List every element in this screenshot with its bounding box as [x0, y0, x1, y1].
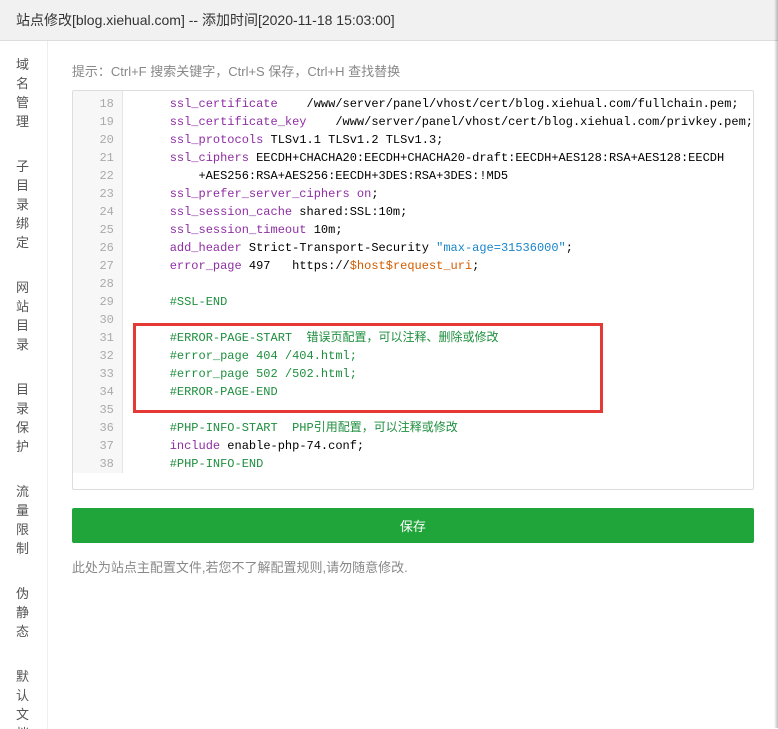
hint-text: 提示：Ctrl+F 搜索关键字，Ctrl+S 保存，Ctrl+H 查找替换: [72, 61, 754, 80]
sidebar-item-1[interactable]: 子目录绑定: [0, 143, 47, 264]
sidebar-item-0[interactable]: 域名管理: [0, 41, 47, 143]
line-gutter: 1819202122232425262728293031323334353637…: [73, 91, 123, 473]
modal-window: 站点修改[blog.xiehual.com] -- 添加时间[2020-11-1…: [0, 0, 778, 728]
body: 域名管理子目录绑定网站目录目录保护流量限制伪静态默认文档配置文件SSLPHP版本…: [0, 41, 778, 729]
sidebar-item-2[interactable]: 网站目录: [0, 264, 47, 366]
code-editor[interactable]: 1819202122232425262728293031323334353637…: [72, 90, 754, 490]
main-panel: 提示：Ctrl+F 搜索关键字，Ctrl+S 保存，Ctrl+H 查找替换 18…: [48, 41, 778, 729]
window-title: 站点修改[blog.xiehual.com] -- 添加时间[2020-11-1…: [16, 12, 395, 28]
code-area[interactable]: ssl_certificate /www/server/panel/vhost/…: [123, 91, 753, 489]
sidebar-item-4[interactable]: 流量限制: [0, 468, 47, 570]
title-bar: 站点修改[blog.xiehual.com] -- 添加时间[2020-11-1…: [0, 0, 778, 41]
sidebar-item-6[interactable]: 默认文档: [0, 653, 47, 729]
sidebar: 域名管理子目录绑定网站目录目录保护流量限制伪静态默认文档配置文件SSLPHP版本…: [0, 41, 48, 729]
sidebar-item-5[interactable]: 伪静态: [0, 570, 47, 653]
sidebar-item-3[interactable]: 目录保护: [0, 366, 47, 468]
shadow-edge: [774, 0, 778, 728]
footnote: 此处为站点主配置文件,若您不了解配置规则,请勿随意修改.: [72, 557, 754, 576]
save-button[interactable]: 保存: [72, 508, 754, 543]
